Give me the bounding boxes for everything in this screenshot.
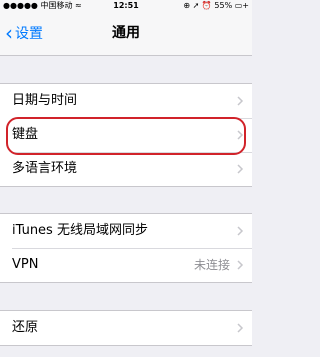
settings-group-3: 还原 xyxy=(0,310,252,346)
row-label: 还原 xyxy=(12,320,39,335)
row-itunes-wifi-sync[interactable]: iTunes 无线局域网同步 xyxy=(0,214,252,248)
row-international[interactable]: 多语言环境 xyxy=(0,152,252,186)
chevron-right-icon xyxy=(237,96,244,106)
keyboard-highlight-annotation xyxy=(6,117,246,155)
chevron-right-icon xyxy=(237,260,244,270)
chevron-right-icon xyxy=(237,323,244,333)
vpn-status: 未连接 xyxy=(193,258,230,272)
row-reset[interactable]: 还原 xyxy=(0,311,252,345)
chevron-right-icon xyxy=(237,164,244,174)
navigation-bar: ‹ 设置 通用 xyxy=(0,12,252,56)
status-indicators: ⊕ ➚ ⏰ 55% ▭+ xyxy=(183,1,249,10)
row-date-time[interactable]: 日期与时间 xyxy=(0,84,252,118)
settings-group-2: iTunes 无线局域网同步 VPN 未连接 xyxy=(0,213,252,283)
row-label: VPN xyxy=(12,257,39,272)
page-title: 通用 xyxy=(112,25,140,41)
chevron-right-icon xyxy=(237,226,244,236)
row-vpn[interactable]: VPN 未连接 xyxy=(0,248,252,282)
status-bar: ●●●●● 中国移动 ≈ 12:51 ⊕ ➚ ⏰ 55% ▭+ xyxy=(0,0,252,12)
row-label: 多语言环境 xyxy=(12,161,78,176)
row-label: 日期与时间 xyxy=(12,93,78,108)
row-label: iTunes 无线局域网同步 xyxy=(12,223,148,238)
